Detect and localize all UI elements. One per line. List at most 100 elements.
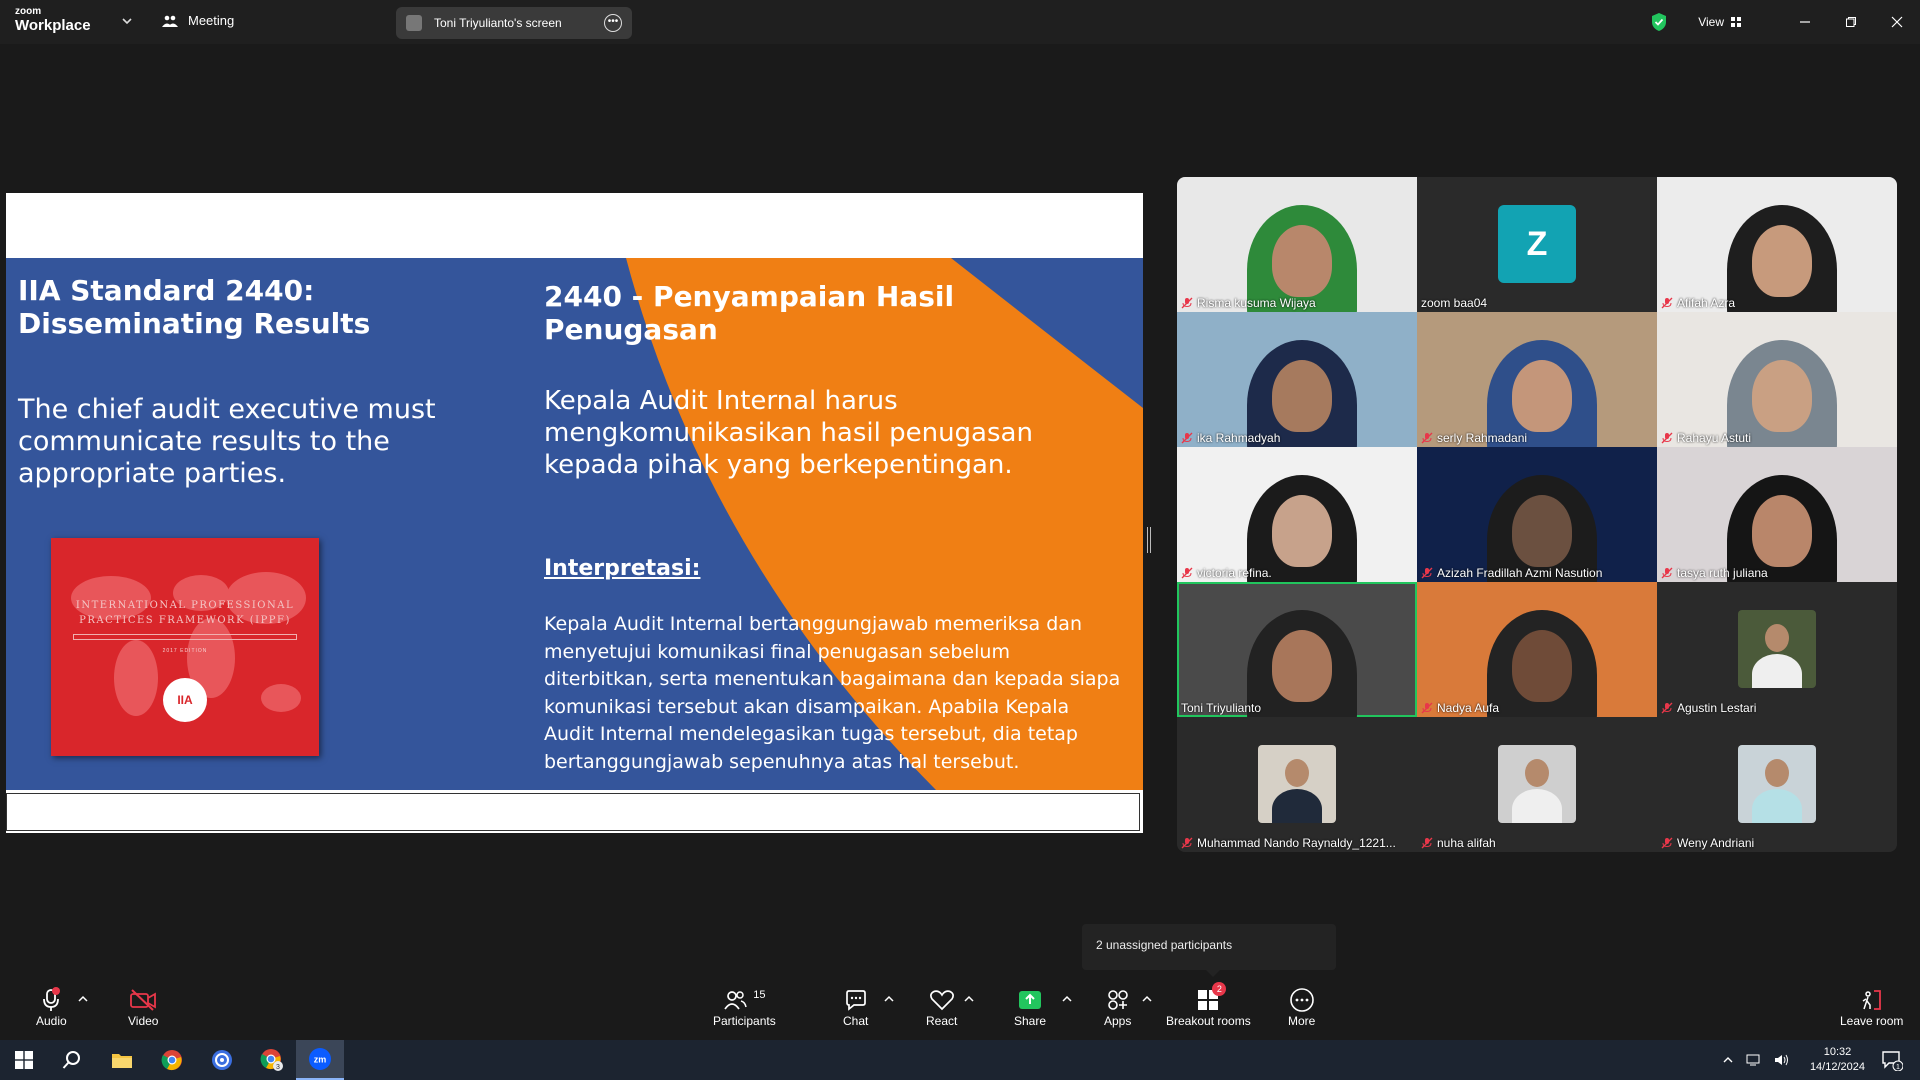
- audio-label: Audio: [36, 1014, 67, 1028]
- participant-tile[interactable]: nuha alifah: [1417, 717, 1657, 852]
- participant-name-text: ika Rahmadyah: [1197, 431, 1281, 445]
- participant-name-text: nuha alifah: [1437, 836, 1496, 850]
- participant-name: nuha alifah: [1421, 836, 1496, 850]
- taskbar-chrome[interactable]: [148, 1040, 196, 1080]
- participant-tile[interactable]: Risma kusuma Wijaya: [1177, 177, 1417, 312]
- heart-icon: [929, 990, 954, 1011]
- participant-face: [1512, 495, 1572, 567]
- breakout-rooms-button[interactable]: 2 Breakout rooms: [1166, 982, 1251, 1036]
- participant-tile[interactable]: Zzoom baa04: [1417, 177, 1657, 312]
- chat-button[interactable]: Chat: [843, 986, 868, 1036]
- participant-name-text: zoom baa04: [1421, 296, 1488, 310]
- participant-tile[interactable]: Nadya Aufa: [1417, 582, 1657, 717]
- react-options-caret-icon[interactable]: [963, 994, 975, 1004]
- svg-text:zm: zm: [314, 1055, 327, 1065]
- book-edition: 2017 EDITION: [162, 648, 208, 654]
- video-off-icon: [130, 989, 157, 1011]
- meeting-menu[interactable]: Meeting: [162, 13, 234, 28]
- taskbar-file-explorer[interactable]: [98, 1040, 146, 1080]
- network-icon[interactable]: [1746, 1053, 1762, 1067]
- split-resize-handle[interactable]: [1147, 527, 1151, 553]
- taskbar-clock[interactable]: 10:32 14/12/2024: [1810, 1045, 1865, 1075]
- presenter-avatar: [406, 15, 422, 31]
- view-menu[interactable]: View: [1698, 15, 1742, 29]
- more-options-icon[interactable]: •••: [604, 14, 622, 32]
- slide-title-indonesian: 2440 - Penyampaian Hasil Penugasan: [544, 280, 955, 346]
- apps-button[interactable]: Apps: [1104, 986, 1131, 1036]
- close-button[interactable]: [1874, 0, 1920, 44]
- microphone-muted-icon: [1661, 567, 1673, 579]
- restore-button[interactable]: [1828, 0, 1874, 44]
- participant-name-text: victoria refina.: [1197, 566, 1272, 580]
- share-options-caret-icon[interactable]: [1061, 994, 1073, 1004]
- participant-name: Agustin Lestari: [1661, 701, 1756, 715]
- microphone-muted-icon: [1181, 432, 1193, 444]
- react-button[interactable]: React: [926, 986, 957, 1036]
- participants-label: Participants: [713, 1014, 776, 1028]
- avatar-initial: Z: [1498, 205, 1576, 283]
- taskbar-search-button[interactable]: [48, 1040, 96, 1080]
- speaker-icon[interactable]: [1774, 1053, 1790, 1067]
- folder-icon: [112, 1054, 132, 1068]
- book-strip: [73, 634, 297, 640]
- chat-options-caret-icon[interactable]: [883, 994, 895, 1004]
- more-button[interactable]: More: [1288, 986, 1315, 1036]
- start-button[interactable]: [0, 1040, 48, 1080]
- share-screen-icon: [1019, 991, 1042, 1009]
- participant-tile[interactable]: ika Rahmadyah: [1177, 312, 1417, 447]
- iia-logo: IIA: [163, 678, 207, 722]
- participant-tile[interactable]: serly Rahmadani: [1417, 312, 1657, 447]
- notification-center-button[interactable]: 1: [1868, 1040, 1916, 1080]
- react-label: React: [926, 1014, 958, 1028]
- participant-tile[interactable]: tasya ruth juliana: [1657, 447, 1897, 582]
- participant-name: Nadya Aufa: [1421, 701, 1499, 715]
- video-button[interactable]: Video: [128, 986, 158, 1036]
- participant-tile[interactable]: Weny Andriani: [1657, 717, 1897, 852]
- participant-tile[interactable]: Afifah Azra: [1657, 177, 1897, 312]
- zoom-workplace-logo[interactable]: zoom Workplace: [15, 6, 105, 38]
- leave-room-label: Leave room: [1840, 1014, 1904, 1028]
- slide-footer: [6, 793, 1140, 831]
- participant-name-text: tasya ruth juliana: [1677, 566, 1768, 580]
- minimize-button[interactable]: [1782, 0, 1828, 44]
- participant-name-text: Weny Andriani: [1677, 836, 1755, 850]
- leave-room-button[interactable]: Leave room: [1840, 986, 1903, 1036]
- security-shield-icon[interactable]: [1650, 12, 1668, 32]
- chevron-down-icon[interactable]: [120, 14, 134, 28]
- participant-name-text: serly Rahmadani: [1437, 431, 1528, 445]
- breakout-badge: 2: [1212, 982, 1227, 996]
- microphone-muted-icon: [1421, 432, 1433, 444]
- tray-chevron-up-icon[interactable]: [1722, 1055, 1734, 1065]
- audio-options-caret-icon[interactable]: [77, 994, 89, 1004]
- participant-tile[interactable]: Muhammad Nando Raynaldy_1221...: [1177, 717, 1417, 852]
- share-button[interactable]: Share: [1014, 986, 1046, 1036]
- participant-name: ika Rahmadyah: [1181, 431, 1280, 445]
- participant-name: Rahayu Astuti: [1661, 431, 1751, 445]
- view-label: View: [1698, 15, 1724, 29]
- apps-label: Apps: [1104, 1014, 1132, 1028]
- participant-tile[interactable]: Azizah Fradillah Azmi Nasution: [1417, 447, 1657, 582]
- apps-options-caret-icon[interactable]: [1141, 994, 1153, 1004]
- participants-button[interactable]: 15 Participants: [713, 986, 776, 1036]
- slide-body-english: The chief audit executive must communica…: [18, 394, 436, 489]
- participant-name-text: Agustin Lestari: [1677, 701, 1757, 715]
- participant-tile[interactable]: Agustin Lestari: [1657, 582, 1897, 717]
- taskbar-app-blue[interactable]: [198, 1040, 246, 1080]
- participant-tile[interactable]: Toni Triyulianto: [1177, 582, 1417, 717]
- participant-face: [1272, 630, 1332, 702]
- microphone-muted-icon: [1181, 837, 1193, 849]
- screen-share-indicator[interactable]: Toni Triyulianto's screen •••: [396, 7, 632, 39]
- participant-tile[interactable]: victoria refina.: [1177, 447, 1417, 582]
- more-label: More: [1288, 1014, 1316, 1028]
- zoom-app-icon: zm: [309, 1048, 331, 1070]
- system-tray: 10:32 14/12/2024: [1722, 1040, 1865, 1080]
- participant-gallery: Risma kusuma Wijaya Zzoom baa04 Afifah Azr…: [1177, 177, 1897, 852]
- participant-tile[interactable]: Rahayu Astuti: [1657, 312, 1897, 447]
- audio-button[interactable]: Audio: [36, 986, 67, 1036]
- avatar: [1738, 610, 1816, 688]
- taskbar-zoom[interactable]: zm: [296, 1040, 344, 1080]
- taskbar-chrome-profile[interactable]: 3: [248, 1040, 296, 1080]
- chat-icon: [845, 990, 866, 1011]
- microphone-muted-icon: [1181, 297, 1193, 309]
- slide-content: IIA Standard 2440: Disseminating Results…: [6, 258, 1143, 790]
